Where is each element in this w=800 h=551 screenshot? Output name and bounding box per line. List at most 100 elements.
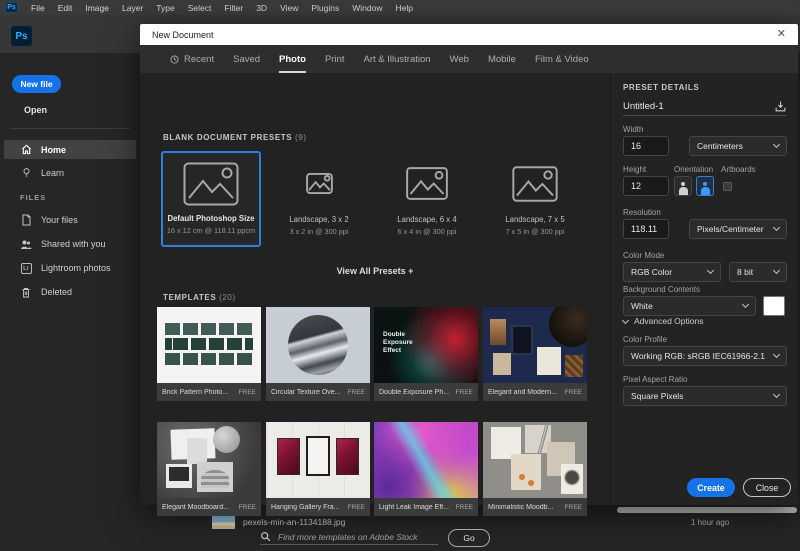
close-button[interactable]: Close bbox=[743, 478, 791, 497]
height-label: Height bbox=[623, 165, 647, 174]
template-thumbnail bbox=[374, 422, 478, 498]
search-input[interactable] bbox=[278, 531, 438, 542]
artboards-checkbox[interactable] bbox=[723, 182, 732, 191]
lightroom-icon: Lr bbox=[20, 262, 32, 274]
template-thumbnail bbox=[157, 422, 261, 498]
menu-3d[interactable]: 3D bbox=[256, 3, 267, 13]
menu-select[interactable]: Select bbox=[188, 3, 212, 13]
trash-icon bbox=[20, 286, 32, 298]
view-all-presets-link[interactable]: View All Presets + bbox=[140, 266, 610, 276]
preset-card-landscape-7x5[interactable]: Landscape, 7 x 5 7 x 5 in @ 300 ppi bbox=[485, 151, 585, 247]
go-button[interactable]: Go bbox=[448, 529, 490, 547]
tab-recent[interactable]: Recent bbox=[170, 45, 214, 73]
free-badge: FREE bbox=[238, 388, 256, 396]
open-button[interactable]: Open bbox=[24, 105, 47, 115]
document-icon bbox=[20, 214, 32, 226]
template-card-elegant-modern[interactable]: Elegant and Modern... FREE bbox=[483, 307, 587, 401]
tab-saved[interactable]: Saved bbox=[233, 45, 260, 73]
template-thumbnail bbox=[157, 307, 261, 383]
color-mode-dropdown[interactable]: RGB Color bbox=[623, 262, 721, 282]
template-thumbnail bbox=[266, 307, 370, 383]
clock-icon bbox=[170, 54, 179, 64]
sidebar-item-home[interactable]: Home bbox=[4, 140, 136, 159]
background-color-swatch[interactable] bbox=[763, 296, 785, 316]
preset-card-default[interactable]: Default Photoshop Size 16 x 12 cm @ 118.… bbox=[161, 151, 261, 247]
chevron-down-icon bbox=[741, 300, 750, 309]
sidebar-item-your-files[interactable]: Your files bbox=[4, 211, 136, 229]
new-document-dialog: New Document ✕ Recent Saved Photo Print … bbox=[140, 24, 798, 547]
template-card-elegant-moodboard[interactable]: Elegant Moodboard... FREE bbox=[157, 422, 261, 516]
free-badge: FREE bbox=[455, 388, 473, 396]
sidebar-item-deleted[interactable]: Deleted bbox=[4, 283, 136, 301]
home-sidebar: New file Open Home Learn FILES Your file… bbox=[0, 53, 140, 533]
save-preset-icon[interactable] bbox=[774, 100, 787, 113]
advanced-options-toggle[interactable]: Advanced Options bbox=[621, 316, 703, 326]
ps-app-icon: Ps bbox=[5, 2, 18, 13]
artboards-label: Artboards bbox=[721, 165, 756, 174]
tab-film-video[interactable]: Film & Video bbox=[535, 45, 589, 73]
preset-details-panel: PRESET DETAILS Width Centimeters Height … bbox=[610, 73, 798, 505]
menu-edit[interactable]: Edit bbox=[58, 3, 73, 13]
template-card-minimalistic-moodboard[interactable]: Minimalistic Moodb... FREE bbox=[483, 422, 587, 516]
menu-layer[interactable]: Layer bbox=[122, 3, 143, 13]
create-button[interactable]: Create bbox=[687, 478, 735, 497]
menu-file[interactable]: File bbox=[31, 3, 45, 13]
template-thumbnail bbox=[266, 422, 370, 498]
menu-view[interactable]: View bbox=[280, 3, 298, 13]
document-name-input[interactable] bbox=[623, 101, 743, 112]
resolution-unit-dropdown[interactable]: Pixels/Centimeter bbox=[689, 219, 787, 239]
recent-file-time: 1 hour ago bbox=[691, 518, 730, 527]
template-card-light-leak[interactable]: Light Leak Image Eff... FREE bbox=[374, 422, 478, 516]
stock-search-field[interactable] bbox=[260, 531, 438, 545]
resolution-input[interactable] bbox=[623, 219, 669, 239]
bit-depth-dropdown[interactable]: 8 bit bbox=[729, 262, 787, 282]
background-contents-dropdown[interactable]: White bbox=[623, 296, 756, 316]
template-thumbnail: Double Exposure Effect bbox=[374, 307, 478, 383]
menu-help[interactable]: Help bbox=[395, 3, 412, 13]
menu-filter[interactable]: Filter bbox=[224, 3, 243, 13]
lightbulb-icon bbox=[20, 167, 32, 179]
menu-plugins[interactable]: Plugins bbox=[311, 3, 339, 13]
free-badge: FREE bbox=[347, 388, 365, 396]
image-placeholder-icon bbox=[378, 152, 476, 215]
background-contents-label: Background Contents bbox=[623, 285, 700, 294]
tab-print[interactable]: Print bbox=[325, 45, 345, 73]
menu-type[interactable]: Type bbox=[156, 3, 174, 13]
width-input[interactable] bbox=[623, 136, 669, 156]
sidebar-item-learn[interactable]: Learn bbox=[4, 163, 136, 182]
close-icon[interactable]: ✕ bbox=[777, 29, 786, 40]
color-mode-label: Color Mode bbox=[623, 251, 665, 260]
preset-card-landscape-3x2[interactable]: Landscape, 3 x 2 3 x 2 in @ 300 ppi bbox=[269, 151, 369, 247]
chevron-down-icon bbox=[621, 316, 630, 324]
sidebar-item-label: Your files bbox=[41, 215, 78, 225]
tab-web[interactable]: Web bbox=[450, 45, 469, 73]
image-placeholder-icon bbox=[486, 152, 584, 215]
free-badge: FREE bbox=[455, 503, 473, 511]
preset-card-landscape-6x4[interactable]: Landscape, 6 x 4 6 x 4 in @ 300 ppi bbox=[377, 151, 477, 247]
tab-photo[interactable]: Photo bbox=[279, 45, 306, 73]
chevron-down-icon bbox=[772, 266, 781, 275]
sidebar-item-label: Shared with you bbox=[41, 239, 106, 249]
template-card-hanging-gallery[interactable]: Hanging Gallery Fra... FREE bbox=[266, 422, 370, 516]
pixel-aspect-dropdown[interactable]: Square Pixels bbox=[623, 386, 787, 406]
tab-art-illustration[interactable]: Art & Illustration bbox=[364, 45, 431, 73]
sidebar-item-label: Lightroom photos bbox=[41, 263, 111, 273]
free-badge: FREE bbox=[564, 388, 582, 396]
resolution-label: Resolution bbox=[623, 208, 661, 217]
menu-image[interactable]: Image bbox=[85, 3, 109, 13]
new-file-button[interactable]: New file bbox=[12, 75, 61, 93]
color-profile-dropdown[interactable]: Working RGB: sRGB IEC61966-2.1 bbox=[623, 346, 787, 366]
template-card-brick-pattern[interactable]: Brick Pattern Photo... FREE bbox=[157, 307, 261, 401]
sidebar-item-shared[interactable]: Shared with you bbox=[4, 235, 136, 253]
chevron-down-icon bbox=[772, 350, 781, 359]
template-card-double-exposure[interactable]: Double Exposure Effect Double Exposure P… bbox=[374, 307, 478, 401]
height-input[interactable] bbox=[623, 176, 669, 196]
template-card-circular-texture[interactable]: Circular Texture Ove... FREE bbox=[266, 307, 370, 401]
orientation-portrait-button[interactable] bbox=[674, 176, 692, 196]
menu-window[interactable]: Window bbox=[352, 3, 382, 13]
tab-mobile[interactable]: Mobile bbox=[488, 45, 516, 73]
orientation-landscape-button[interactable] bbox=[696, 176, 714, 196]
unit-dropdown[interactable]: Centimeters bbox=[689, 136, 787, 156]
sidebar-item-lightroom[interactable]: Lr Lightroom photos bbox=[4, 259, 136, 277]
width-label: Width bbox=[623, 125, 644, 134]
